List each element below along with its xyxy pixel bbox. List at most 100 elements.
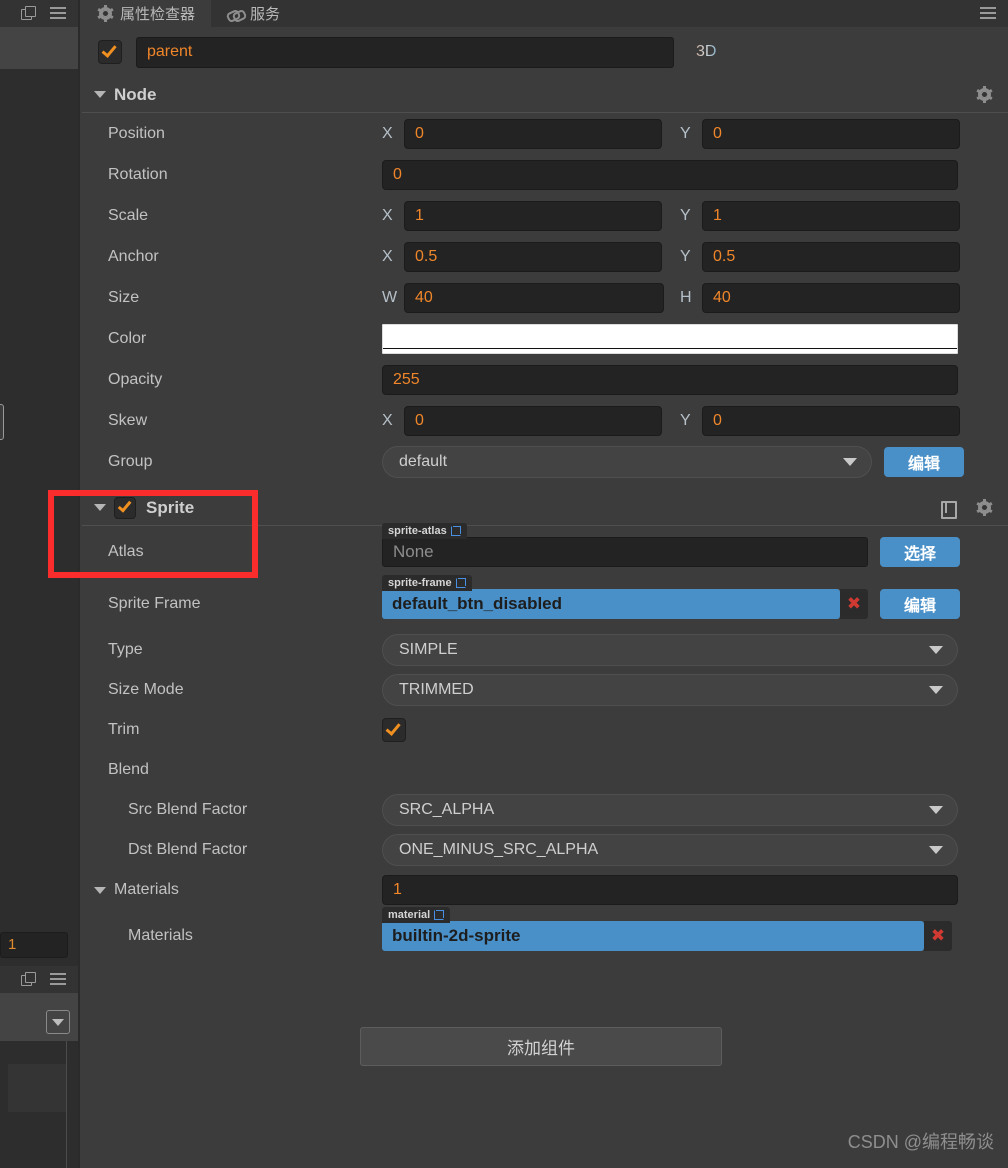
scale-y-input[interactable]: 1: [702, 200, 960, 231]
node-name-input[interactable]: parent: [136, 36, 674, 68]
row-materials-item: Materials material builtin-2d-sprite ✖: [82, 907, 1008, 962]
controls-atlas: sprite-atlas None 选择: [382, 523, 1008, 567]
copy-icon-bottom[interactable]: [21, 972, 36, 987]
tab-property-inspector[interactable]: 属性检查器: [82, 0, 212, 27]
node-header-row: parent 3D: [82, 27, 1008, 77]
controls-sprite-frame: sprite-frame default_btn_disabled ✖ 编辑: [382, 575, 1008, 619]
sprite-frame-edit-button[interactable]: 编辑: [880, 589, 960, 619]
material-type-tag-label: material: [388, 909, 431, 921]
atlas-type-tag[interactable]: sprite-atlas: [382, 523, 467, 539]
external-link-icon-material[interactable]: [434, 910, 445, 920]
atlas-value[interactable]: None: [382, 537, 868, 567]
book-icon[interactable]: [939, 500, 957, 519]
menu-icon[interactable]: [50, 7, 66, 20]
section-header-node[interactable]: Node: [82, 77, 1008, 113]
dst-blend-dropdown[interactable]: ONE_MINUS_SRC_ALPHA: [382, 834, 958, 866]
row-blend: Blend: [82, 750, 1008, 790]
type-dropdown[interactable]: SIMPLE: [382, 634, 958, 666]
controls-rotation: 0: [382, 159, 1008, 190]
node-3d-label: 3D: [696, 43, 717, 60]
dst-blend-dropdown-value: ONE_MINUS_SRC_ALPHA: [399, 841, 599, 858]
panel-splitter[interactable]: [78, 0, 80, 1168]
copy-icon[interactable]: [21, 6, 36, 21]
label-dst-blend-factor: Dst Blend Factor: [128, 841, 248, 858]
materials-count-input[interactable]: 1: [382, 875, 958, 905]
controls-trim: [382, 718, 1008, 742]
atlas-asset-field: sprite-atlas None: [382, 523, 868, 567]
position-x-input[interactable]: 0: [404, 118, 662, 149]
row-dst-blend: Dst Blend Factor ONE_MINUS_SRC_ALPHA: [82, 830, 1008, 870]
link-icon: [227, 7, 243, 21]
sprite-frame-clear-button[interactable]: ✖: [840, 589, 868, 619]
atlas-select-button[interactable]: 选择: [880, 537, 960, 567]
section-tools-sprite: [939, 499, 993, 519]
src-blend-dropdown[interactable]: SRC_ALPHA: [382, 794, 958, 826]
axis-label-size-w: W: [382, 288, 398, 306]
sprite-frame-asset-field: sprite-frame default_btn_disabled ✖: [382, 575, 868, 619]
property-inspector-panel: 属性检查器 服务 parent 3D Node Position X 0 Y 0…: [82, 0, 1008, 1168]
row-sprite-frame: Sprite Frame sprite-frame default_btn_di…: [82, 575, 1008, 630]
axis-label-position-y: Y: [680, 124, 691, 142]
group-dropdown-value: default: [399, 452, 448, 470]
row-skew: Skew X 0 Y 0: [82, 400, 1008, 441]
gear-icon-node[interactable]: [976, 86, 993, 103]
group-edit-button[interactable]: 编辑: [884, 446, 964, 477]
label-materials-item: Materials: [128, 927, 193, 944]
controls-size-mode: TRIMMED: [382, 674, 1008, 706]
anchor-y-input[interactable]: 0.5: [702, 241, 960, 272]
left-panel-subheader: [0, 27, 80, 69]
menu-icon-bottom[interactable]: [50, 973, 66, 986]
chevron-down-icon-group: [843, 457, 857, 466]
sprite-frame-value[interactable]: default_btn_disabled: [382, 589, 840, 619]
chevron-down-icon-sprite[interactable]: [94, 504, 106, 511]
material-clear-button[interactable]: ✖: [924, 921, 952, 951]
left-panel-list-item[interactable]: [8, 1064, 66, 1112]
group-dropdown[interactable]: default: [382, 445, 872, 478]
gear-icon-sprite[interactable]: [976, 499, 993, 516]
scale-x-input[interactable]: 1: [404, 200, 662, 231]
hamburger-menu-icon[interactable]: [980, 7, 996, 20]
section-header-sprite[interactable]: Sprite: [82, 490, 1008, 526]
sprite-frame-type-tag[interactable]: sprite-frame: [382, 575, 472, 591]
controls-position: X 0 Y 0: [382, 118, 1008, 149]
size-h-input[interactable]: 40: [702, 282, 960, 313]
opacity-input[interactable]: 255: [382, 364, 958, 395]
label-atlas: Atlas: [108, 543, 144, 560]
axis-label-size-h: H: [680, 288, 692, 306]
src-blend-dropdown-value: SRC_ALPHA: [399, 801, 495, 818]
row-group: Group default 编辑: [82, 441, 1008, 482]
label-skew: Skew: [108, 411, 148, 429]
material-type-tag[interactable]: material: [382, 907, 451, 923]
sprite-enabled-checkbox[interactable]: [114, 496, 136, 519]
dropdown-box-icon[interactable]: [46, 1010, 70, 1034]
sprite-frame-type-tag-label: sprite-frame: [388, 577, 452, 589]
controls-anchor: X 0.5 Y 0.5: [382, 241, 1008, 272]
external-link-icon-atlas[interactable]: [450, 526, 461, 536]
left-panel-number-field[interactable]: 1: [0, 932, 68, 958]
label-materials-group: Materials: [114, 881, 179, 898]
skew-y-input[interactable]: 0: [702, 405, 960, 436]
rotation-input[interactable]: 0: [382, 159, 958, 190]
size-mode-dropdown[interactable]: TRIMMED: [382, 674, 958, 706]
position-y-input[interactable]: 0: [702, 118, 960, 149]
chevron-down-icon-materials[interactable]: [94, 886, 106, 894]
label-blend: Blend: [108, 761, 149, 778]
size-w-input[interactable]: 40: [404, 282, 664, 313]
section-tools-node: [976, 86, 993, 103]
row-position: Position X 0 Y 0: [82, 113, 1008, 154]
color-swatch[interactable]: [382, 323, 958, 354]
chevron-down-icon-node[interactable]: [94, 91, 106, 98]
controls-scale: X 1 Y 1: [382, 200, 1008, 231]
trim-checkbox[interactable]: [382, 718, 406, 742]
tab-services[interactable]: 服务: [211, 0, 297, 27]
add-component-button[interactable]: 添加组件: [360, 1027, 722, 1066]
skew-x-input[interactable]: 0: [404, 405, 662, 436]
axis-label-anchor-y: Y: [680, 247, 691, 265]
panel-resize-handle[interactable]: [0, 404, 4, 440]
external-link-icon-sprite-frame[interactable]: [455, 578, 466, 588]
node-enabled-checkbox[interactable]: [98, 40, 122, 64]
left-panel-divider: [66, 1041, 67, 1168]
anchor-x-input[interactable]: 0.5: [404, 241, 662, 272]
axis-label-skew-x: X: [382, 411, 393, 429]
material-value[interactable]: builtin-2d-sprite: [382, 921, 924, 951]
